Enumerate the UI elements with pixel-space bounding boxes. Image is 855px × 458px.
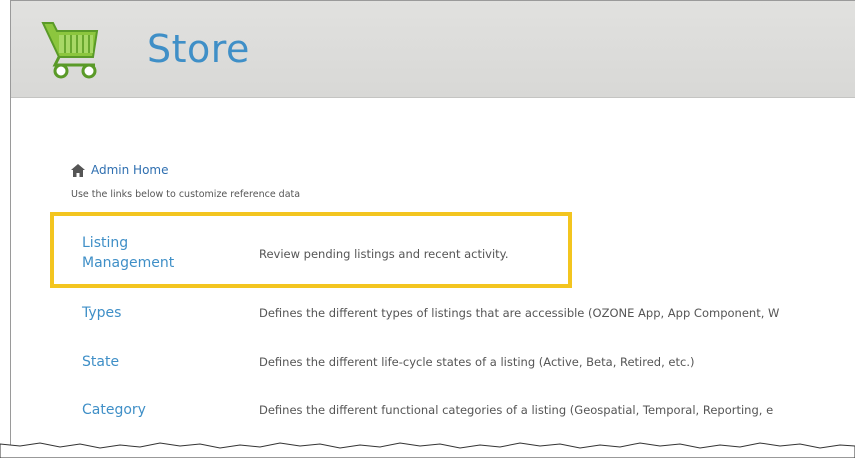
shopping-cart-icon <box>41 22 99 79</box>
home-icon <box>71 163 85 177</box>
page-title: Store <box>147 27 250 71</box>
row-description: Defines the different life-cycle states … <box>259 355 695 369</box>
app-window: Store Admin Home Use the links below to … <box>10 0 855 449</box>
listing-management-link[interactable]: Listing Management <box>82 233 174 273</box>
breadcrumb: Admin Home <box>71 163 169 177</box>
admin-home-link[interactable]: Admin Home <box>91 163 169 177</box>
store-header: Store <box>11 1 855 98</box>
state-link[interactable]: State <box>82 352 119 372</box>
row-description: Defines the different types of listings … <box>259 306 780 320</box>
category-link[interactable]: Category <box>82 400 146 420</box>
main-content: Admin Home Use the links below to custom… <box>11 98 855 449</box>
row-description: Review pending listings and recent activ… <box>259 247 509 261</box>
types-link[interactable]: Types <box>82 303 121 323</box>
torn-edge <box>0 442 855 458</box>
page-subtitle: Use the links below to customize referen… <box>71 189 301 200</box>
row-description: Defines the different functional categor… <box>259 403 774 417</box>
